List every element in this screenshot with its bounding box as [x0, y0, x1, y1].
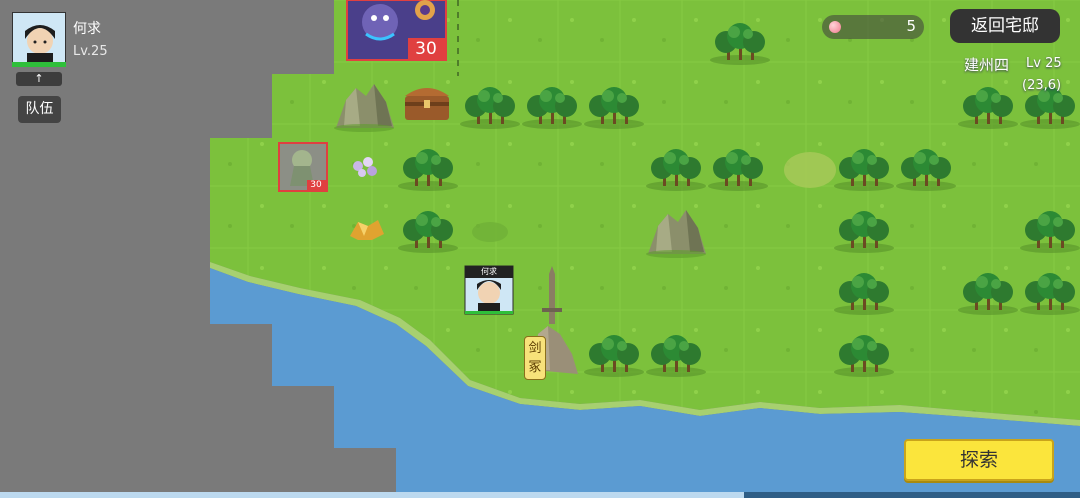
sword-tomb-sign[interactable]: 剑 冢	[524, 336, 546, 380]
peach-icon	[829, 21, 841, 33]
explore-button[interactable]: 探索	[904, 439, 1054, 481]
player-hp-bar	[12, 62, 66, 67]
location-name: 建州四	[964, 56, 1010, 74]
monster-big-level: 30	[415, 39, 437, 59]
up-arrow-icon: ↑	[34, 72, 44, 85]
return-home-button[interactable]: 返回宅邸	[950, 9, 1060, 43]
avatar-portrait	[13, 13, 65, 65]
player-avatar[interactable]	[12, 12, 66, 66]
location-coords: (23,6)	[1022, 78, 1062, 93]
monster-small-level: 30	[310, 180, 322, 190]
world-map[interactable]	[0, 0, 1080, 498]
location-level: Lv 25	[1026, 56, 1062, 71]
expand-button[interactable]: ↑	[16, 72, 62, 86]
peach-count: 5	[906, 17, 916, 35]
hero-name-tag: 何求	[481, 267, 497, 276]
player-level: Lv.25	[73, 44, 108, 59]
sign-char-1: 剑	[528, 341, 542, 356]
sign-char-2: 冢	[528, 360, 542, 375]
team-button[interactable]: 队伍	[18, 96, 61, 123]
player-name: 何求	[73, 21, 101, 37]
